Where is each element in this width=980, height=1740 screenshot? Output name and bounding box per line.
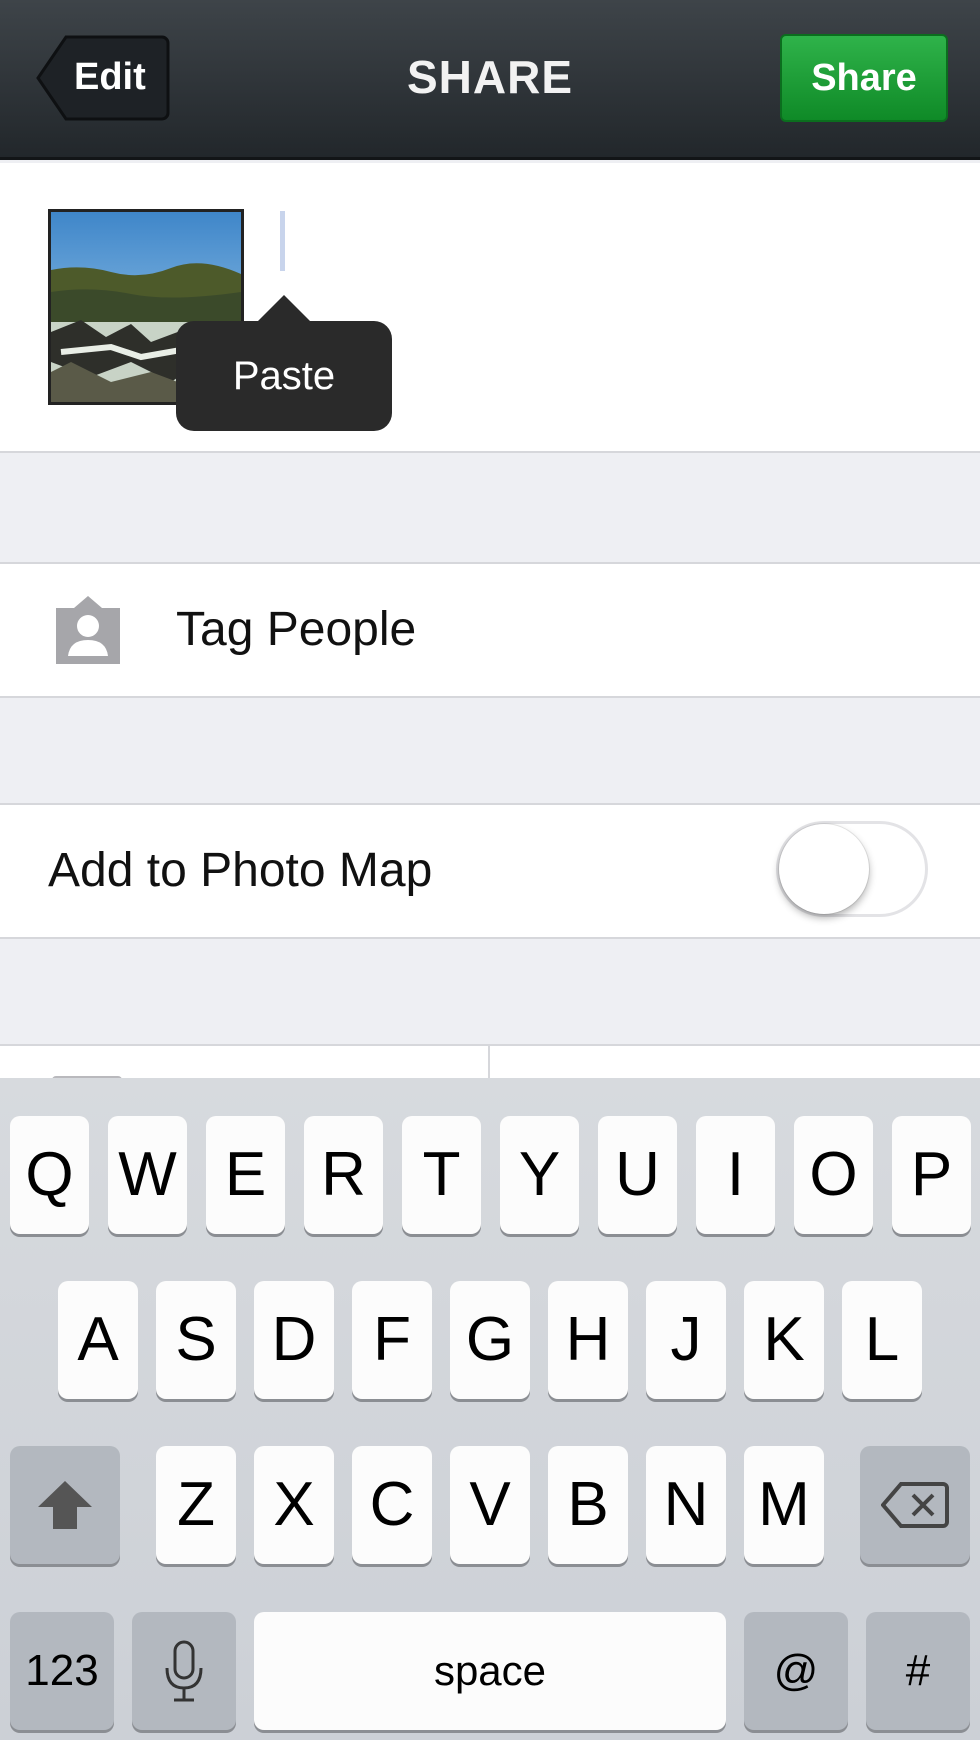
key-j[interactable]: J xyxy=(646,1281,726,1399)
key-g[interactable]: G xyxy=(450,1281,530,1399)
space-key[interactable]: space xyxy=(254,1612,726,1730)
shift-key[interactable] xyxy=(10,1446,120,1564)
toggle-knob xyxy=(779,824,869,914)
key-z[interactable]: Z xyxy=(156,1446,236,1564)
key-w[interactable]: W xyxy=(108,1116,187,1234)
at-key[interactable]: @ xyxy=(744,1612,848,1730)
keyboard: Q W E R T Y U I O P A S D F G H J K L Z … xyxy=(0,1078,980,1740)
key-e[interactable]: E xyxy=(206,1116,285,1234)
caption-section[interactable]: Paste xyxy=(0,163,980,453)
photo-map-label: Add to Photo Map xyxy=(48,844,433,897)
key-m[interactable]: M xyxy=(744,1446,824,1564)
key-o[interactable]: O xyxy=(794,1116,873,1234)
key-t[interactable]: T xyxy=(402,1116,481,1234)
key-h[interactable]: H xyxy=(548,1281,628,1399)
tag-people-label: Tag People xyxy=(176,603,417,656)
backspace-icon xyxy=(881,1482,949,1528)
microphone-icon xyxy=(165,1640,203,1702)
paste-popover-arrow xyxy=(256,295,312,323)
key-i[interactable]: I xyxy=(696,1116,775,1234)
hash-key[interactable]: # xyxy=(866,1612,970,1730)
nav-bar: Edit SHARE Share xyxy=(0,0,980,160)
key-r[interactable]: R xyxy=(304,1116,383,1234)
key-f[interactable]: F xyxy=(352,1281,432,1399)
delete-key[interactable] xyxy=(860,1446,970,1564)
key-c[interactable]: C xyxy=(352,1446,432,1564)
key-v[interactable]: V xyxy=(450,1446,530,1564)
text-cursor xyxy=(280,211,285,271)
key-d[interactable]: D xyxy=(254,1281,334,1399)
key-l[interactable]: L xyxy=(842,1281,922,1399)
key-a[interactable]: A xyxy=(58,1281,138,1399)
key-n[interactable]: N xyxy=(646,1446,726,1564)
paste-menu-item[interactable]: Paste xyxy=(176,321,392,431)
key-p[interactable]: P xyxy=(892,1116,971,1234)
key-x[interactable]: X xyxy=(254,1446,334,1564)
key-y[interactable]: Y xyxy=(500,1116,579,1234)
photo-map-toggle[interactable] xyxy=(776,821,928,917)
key-q[interactable]: Q xyxy=(10,1116,89,1234)
dictation-key[interactable] xyxy=(132,1612,236,1730)
share-button[interactable]: Share xyxy=(780,34,948,122)
key-s[interactable]: S xyxy=(156,1281,236,1399)
key-u[interactable]: U xyxy=(598,1116,677,1234)
tag-person-icon xyxy=(56,596,120,664)
shift-arrow-icon xyxy=(38,1481,92,1529)
key-k[interactable]: K xyxy=(744,1281,824,1399)
numbers-key[interactable]: 123 xyxy=(10,1612,114,1730)
tag-people-row[interactable]: Tag People xyxy=(0,562,980,698)
photo-map-row: Add to Photo Map xyxy=(0,803,980,939)
key-b[interactable]: B xyxy=(548,1446,628,1564)
